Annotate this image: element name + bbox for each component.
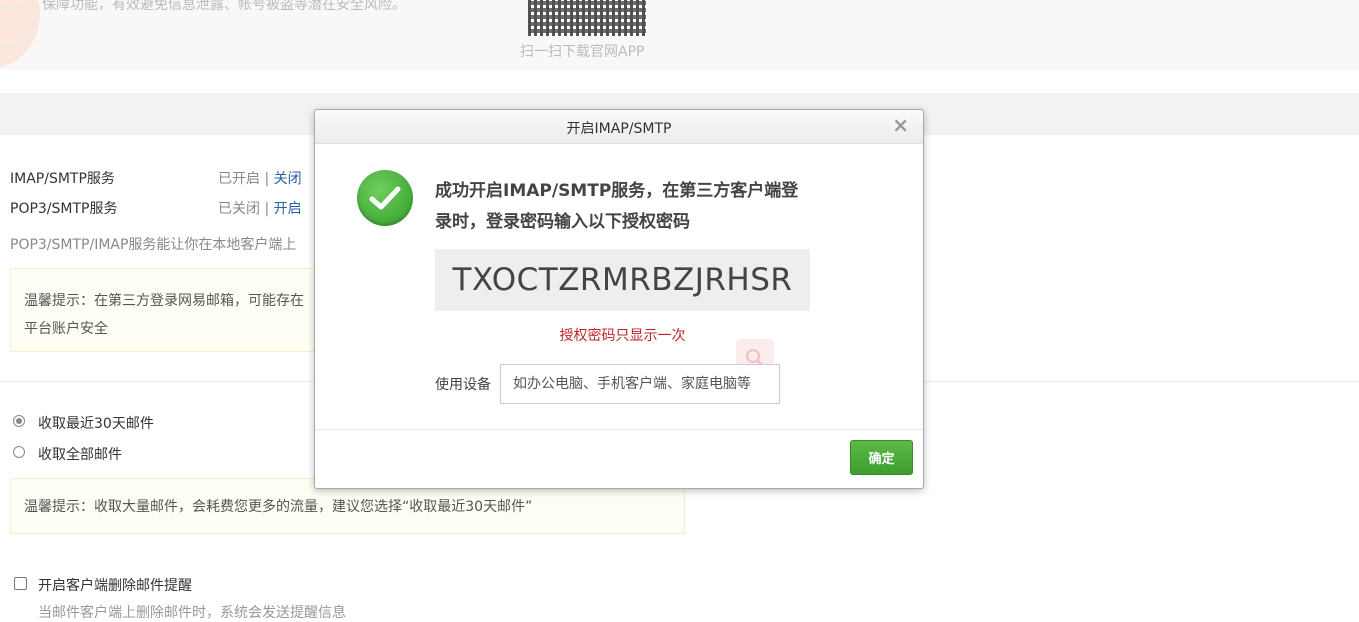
authorization-code: TXOCTZRMRBZJRHSR bbox=[435, 249, 810, 311]
delete-reminder-label[interactable]: 开启客户端删除邮件提醒 bbox=[38, 575, 192, 595]
radio-all-label[interactable]: 收取全部邮件 bbox=[38, 444, 122, 464]
imap-service-label: IMAP/SMTP服务 bbox=[10, 171, 115, 187]
pop3-service-label: POP3/SMTP服务 bbox=[10, 201, 118, 217]
dialog-title: 开启IMAP/SMTP bbox=[566, 121, 672, 137]
delete-reminder-checkbox[interactable] bbox=[14, 577, 27, 590]
radio-recent-30-days[interactable] bbox=[13, 415, 25, 427]
radio-all-mail[interactable] bbox=[13, 446, 25, 458]
device-input[interactable] bbox=[500, 364, 780, 404]
qr-caption: 扫一扫下载官网APP bbox=[520, 44, 645, 60]
delete-reminder-description: 当邮件客户端上删除邮件时，系统会发送提醒信息 bbox=[38, 605, 346, 621]
separator: | bbox=[260, 201, 274, 217]
imap-service-status: 已开启 | 关闭 bbox=[218, 168, 302, 188]
top-banner: 保障功能，有效避免信息泄露、帐号被盗等潜在安全风险。 扫一扫下载官网APP bbox=[0, 0, 1359, 70]
close-icon[interactable]: × bbox=[892, 115, 909, 135]
dialog-header: 开启IMAP/SMTP × bbox=[315, 110, 923, 144]
service-description: POP3/SMTP/IMAP服务能让你在本地客户端上 bbox=[10, 237, 297, 253]
success-check-icon bbox=[357, 170, 413, 226]
imap-close-link[interactable]: 关闭 bbox=[274, 171, 302, 187]
banner-text: 保障功能，有效避免信息泄露、帐号被盗等潜在安全风险。 bbox=[42, 0, 406, 13]
service-tip-box: 温馨提示：在第三方登录网易邮箱，可能存在平台账户安全 bbox=[10, 268, 330, 352]
success-message: 成功开启IMAP/SMTP服务，在第三方客户端登录时，登录密码输入以下授权密码 bbox=[435, 181, 799, 232]
pop3-open-link[interactable]: 开启 bbox=[274, 201, 302, 217]
radio-recent-label[interactable]: 收取最近30天邮件 bbox=[38, 413, 154, 433]
pop3-service-status: 已关闭 | 开启 bbox=[218, 198, 302, 218]
qr-code-image bbox=[528, 0, 646, 36]
separator: | bbox=[260, 171, 274, 187]
confirm-button[interactable]: 确定 bbox=[850, 440, 913, 475]
pop3-status-text: 已关闭 bbox=[218, 201, 260, 217]
imap-smtp-dialog: 开启IMAP/SMTP × 成功开启IMAP/SMTP服务，在第三方客户端登录时… bbox=[314, 109, 924, 489]
imap-status-text: 已开启 bbox=[218, 171, 260, 187]
dialog-footer-divider bbox=[315, 429, 923, 430]
device-label: 使用设备 bbox=[435, 377, 491, 393]
